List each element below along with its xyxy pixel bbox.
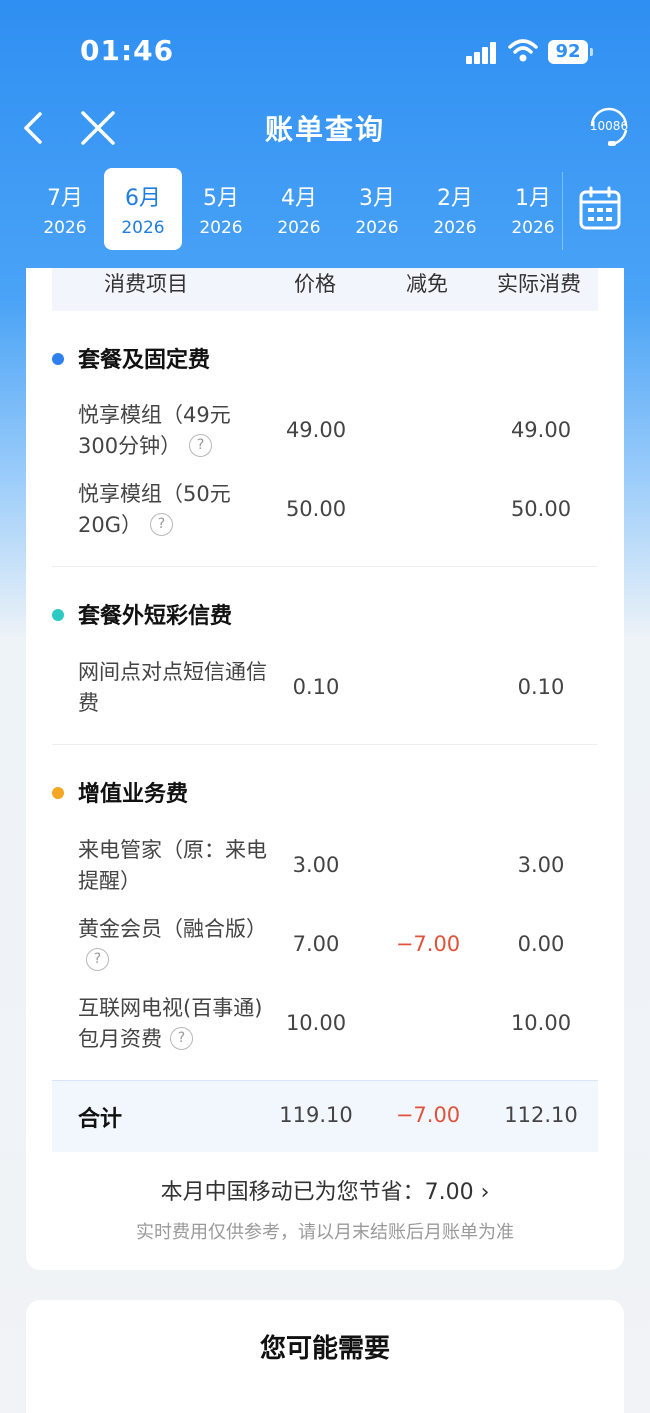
help-icon[interactable]: ? (170, 1026, 193, 1050)
item-actual: 50.00 (510, 497, 572, 521)
signal-icon (466, 42, 498, 64)
section-label: 套餐及固定费 (78, 348, 211, 373)
tabs-divider (562, 172, 563, 250)
help-icon[interactable]: ? (150, 512, 173, 536)
recommend-card: 您可能需要 (26, 1300, 624, 1413)
tab-month: 7月 (47, 186, 83, 211)
item-price: 3.00 (292, 853, 340, 877)
header-item: 消费项目 (104, 272, 188, 296)
item-actual: 49.00 (510, 418, 572, 442)
total-actual: 112.10 (504, 1103, 578, 1127)
tab-year: 2026 (121, 218, 165, 238)
item-actual: 3.00 (517, 853, 565, 877)
item-actual: 10.00 (510, 1011, 572, 1035)
tab-month: 1月 (515, 186, 551, 211)
header-price: 价格 (294, 272, 336, 296)
item-discount: −7.00 (395, 932, 461, 956)
item-name: 来电管家（原：来电提醒） (78, 835, 268, 897)
section-label: 增值业务费 (78, 782, 189, 807)
section-title: 套餐及固定费 (52, 342, 210, 374)
tab-month-3[interactable]: 3月 2026 (338, 168, 416, 250)
tab-year: 2026 (355, 218, 399, 238)
status-time: 01:46 (80, 34, 175, 67)
section-dot (52, 609, 64, 621)
bill-card: 消费项目 价格 减免 实际消费 套餐及固定费 悦享模组（49元300分钟）? 4… (26, 268, 624, 1270)
tab-year: 2026 (199, 218, 243, 238)
tab-month-5[interactable]: 5月 2026 (182, 168, 260, 250)
item-label: 来电管家（原：来电提醒） (78, 838, 267, 893)
header-actual: 实际消费 (497, 272, 581, 296)
nav-header: 账单查询 10086 (0, 100, 650, 160)
tab-year: 2026 (277, 218, 321, 238)
tab-month-6[interactable]: 6月 2026 (104, 168, 182, 250)
item-label: 黄金会员（融合版） (78, 917, 267, 941)
item-name: 网间点对点短信通信费 (78, 657, 268, 719)
customer-service-button[interactable]: 10086 (586, 104, 632, 150)
section-dot (52, 353, 64, 365)
calendar-icon (579, 186, 621, 230)
item-price: 50.00 (285, 497, 347, 521)
section-label: 套餐外短彩信费 (78, 604, 233, 629)
tab-month: 3月 (359, 186, 395, 211)
section-dot (52, 787, 64, 799)
total-discount: −7.00 (395, 1103, 461, 1127)
disclaimer-note: 实时费用仅供参考，请以月末结账后月账单为准 (136, 1222, 514, 1243)
tab-year: 2026 (511, 218, 555, 238)
table-header: 消费项目 价格 减免 实际消费 (52, 268, 598, 311)
item-name: 黄金会员（融合版）? (78, 914, 268, 976)
tab-year: 2026 (43, 218, 87, 238)
item-name: 悦享模组（49元300分钟）? (78, 400, 268, 462)
tab-month: 5月 (203, 186, 239, 211)
total-label: 合计 (78, 1107, 123, 1132)
section-divider (52, 566, 598, 567)
item-price: 0.10 (292, 675, 340, 699)
total-row: 合计 119.10 −7.00 112.10 (52, 1080, 598, 1152)
item-price: 7.00 (292, 932, 340, 956)
section-title: 增值业务费 (52, 776, 188, 808)
item-name: 悦享模组（50元20G）? (78, 479, 268, 541)
savings-text: 本月中国移动已为您节省：7.00 (160, 1180, 474, 1205)
calendar-button[interactable] (578, 186, 622, 232)
month-tabs: 7月 2026 6月 2026 5月 2026 4月 2026 3月 2026 … (26, 168, 566, 250)
page-title: 账单查询 (264, 113, 385, 146)
item-name: 互联网电视(百事通)包月资费? (78, 993, 268, 1055)
help-icon[interactable]: ? (86, 947, 109, 971)
tab-month: 2月 (437, 186, 473, 211)
wifi-icon (508, 38, 538, 64)
recommend-title: 您可能需要 (259, 1334, 390, 1364)
help-icon[interactable]: ? (189, 433, 213, 457)
tab-month: 6月 (125, 186, 161, 211)
item-actual: 0.10 (517, 675, 565, 699)
tab-month-2[interactable]: 2月 2026 (416, 168, 494, 250)
tab-month-7[interactable]: 7月 2026 (26, 168, 104, 250)
service-number: 10086 (589, 119, 629, 133)
item-price: 10.00 (285, 1011, 347, 1035)
tab-month-1[interactable]: 1月 2026 (494, 168, 572, 250)
tab-year: 2026 (433, 218, 477, 238)
item-price: 49.00 (285, 418, 347, 442)
chevron-right-icon: › (480, 1180, 490, 1205)
total-price: 119.10 (279, 1103, 353, 1127)
section-title: 套餐外短彩信费 (52, 598, 232, 630)
savings-link[interactable]: 本月中国移动已为您节省：7.00 › (26, 1174, 624, 1206)
tab-month: 4月 (281, 186, 317, 211)
section-divider (52, 744, 598, 745)
header-discount: 减免 (406, 272, 448, 296)
item-label: 网间点对点短信通信费 (78, 660, 267, 715)
status-bar: 01:46 92 (0, 0, 650, 100)
battery-icon: 92 (548, 40, 593, 64)
item-actual: 0.00 (517, 932, 565, 956)
tab-month-4[interactable]: 4月 2026 (260, 168, 338, 250)
